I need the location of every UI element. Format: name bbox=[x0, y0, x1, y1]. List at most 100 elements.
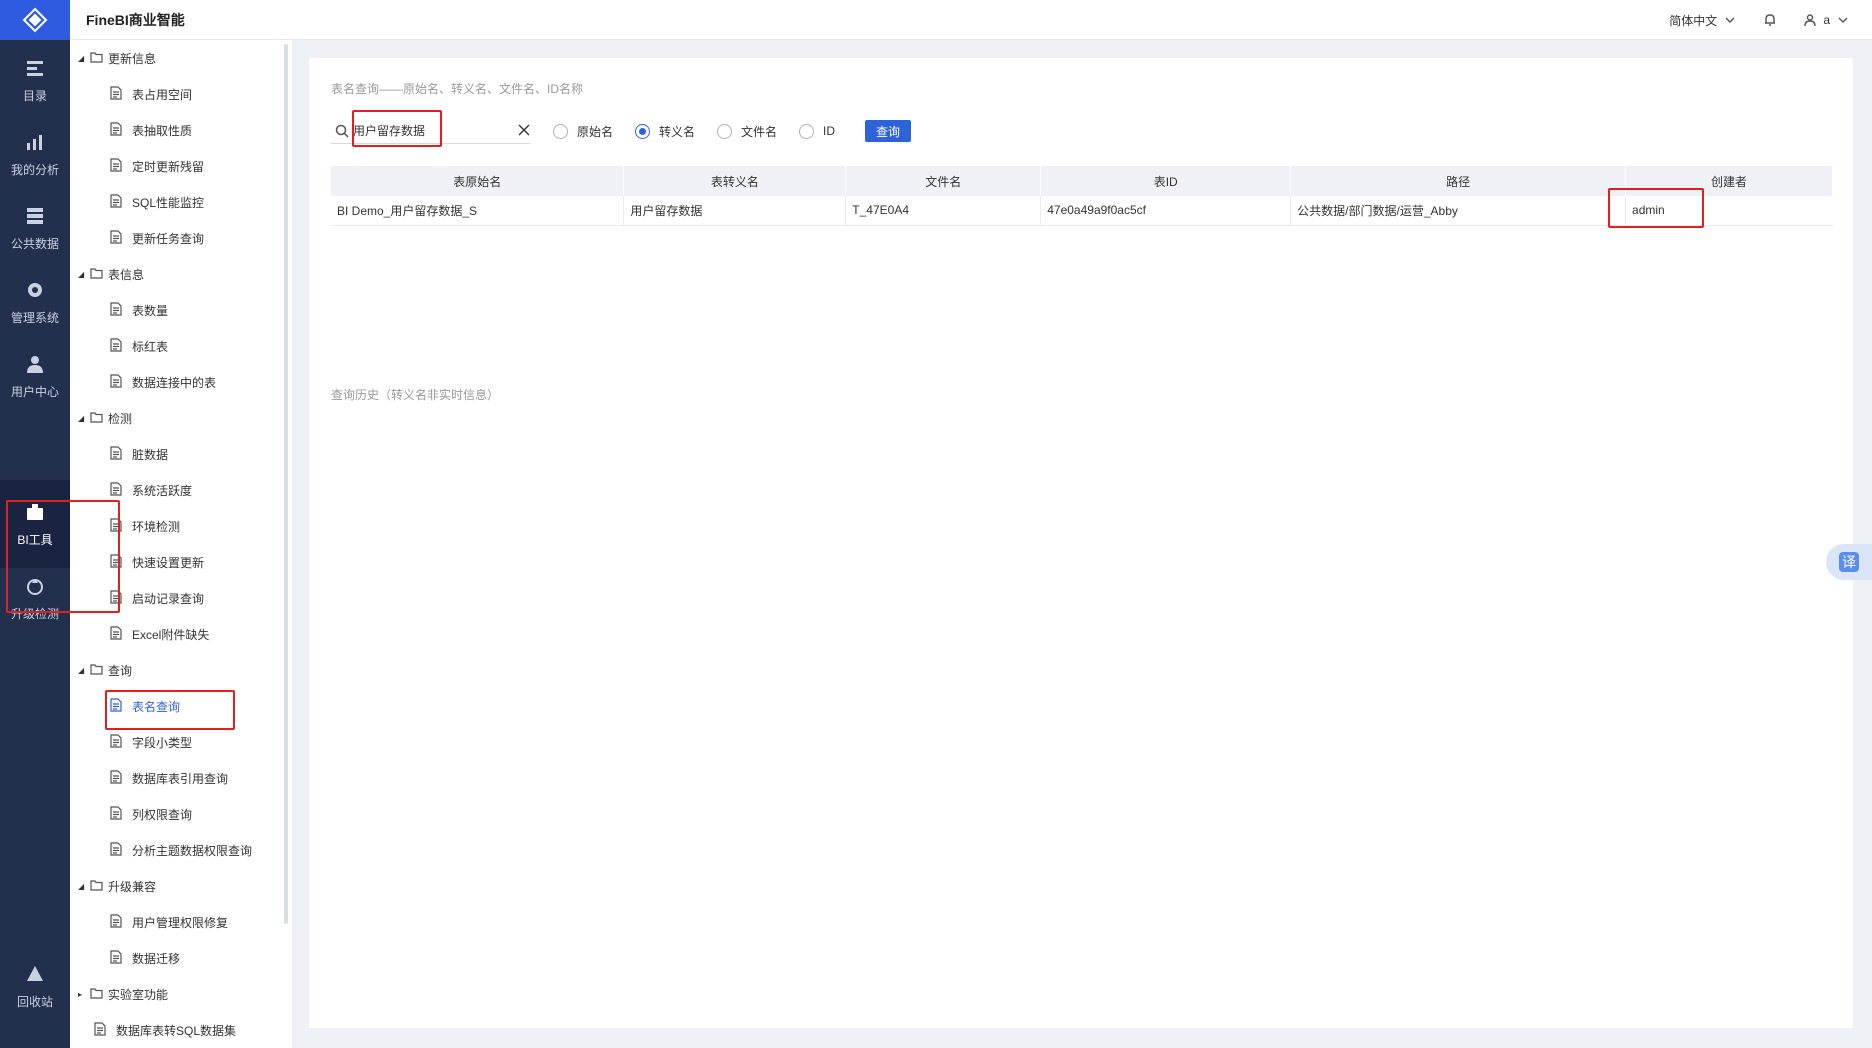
chevron-down-icon bbox=[1838, 17, 1848, 23]
tree-item-label: 快速设置更新 bbox=[132, 555, 205, 570]
column-header[interactable]: 表转义名 bbox=[623, 166, 847, 196]
clear-button[interactable] bbox=[517, 123, 531, 137]
column-header[interactable]: 表原始名 bbox=[331, 166, 625, 196]
tree-item-label: 定时更新残留 bbox=[132, 159, 205, 174]
folder-icon bbox=[90, 411, 108, 426]
tree-item-label: 表数量 bbox=[132, 303, 169, 318]
rail-item-label: 用户中心 bbox=[10, 384, 59, 399]
logo-icon[interactable] bbox=[0, 0, 70, 40]
gear-icon bbox=[24, 279, 46, 301]
tree-item[interactable]: 标红表 bbox=[110, 336, 168, 356]
expand-arrow-icon[interactable]: ◢ bbox=[78, 882, 88, 891]
tree-item[interactable]: 表占用空间 bbox=[110, 84, 192, 104]
column-header[interactable]: 创建者 bbox=[1625, 166, 1833, 196]
rail-item-label: 管理系统 bbox=[10, 310, 59, 325]
search-input[interactable] bbox=[353, 123, 503, 138]
document-icon bbox=[110, 805, 132, 823]
table-cell: T_47E0A4 bbox=[845, 196, 1042, 226]
column-header[interactable]: 文件名 bbox=[845, 166, 1042, 196]
tree-item-label: 数据库表引用查询 bbox=[132, 771, 229, 786]
tree-folder[interactable]: ◢ 更新信息 bbox=[78, 48, 156, 68]
tree-item[interactable]: 定时更新残留 bbox=[110, 156, 204, 176]
tree-item[interactable]: 数据迁移 bbox=[110, 948, 180, 968]
tree-item[interactable]: 快速设置更新 bbox=[110, 552, 204, 572]
document-icon bbox=[110, 625, 132, 643]
tree-item-label: 表占用空间 bbox=[132, 87, 193, 102]
rail-item-user[interactable]: 用户中心 bbox=[0, 332, 70, 420]
document-icon bbox=[110, 517, 132, 535]
language-selector[interactable]: 简体中文 bbox=[1669, 12, 1737, 29]
radio-label: 文件名 bbox=[741, 124, 778, 139]
tree-item[interactable]: 字段小类型 bbox=[110, 732, 192, 752]
catalog-icon bbox=[24, 57, 46, 79]
query-button[interactable]: 查询 bbox=[865, 120, 912, 142]
user-name: a bbox=[1823, 13, 1830, 27]
radio-option[interactable]: 转义名 bbox=[635, 123, 695, 140]
tree-item[interactable]: 脏数据 bbox=[110, 444, 168, 464]
tree-item[interactable]: 数据库表引用查询 bbox=[110, 768, 228, 788]
radio-option[interactable]: ID bbox=[799, 123, 835, 140]
tree-scrollbar[interactable] bbox=[284, 44, 288, 924]
radio-option[interactable]: 原始名 bbox=[553, 123, 613, 140]
tree-item[interactable]: 数据连接中的表 bbox=[110, 372, 216, 392]
expand-arrow-icon[interactable]: ◢ bbox=[78, 270, 88, 279]
user-menu[interactable]: a bbox=[1803, 13, 1850, 27]
app-title: FineBI商业智能 bbox=[86, 11, 185, 28]
tree-item-label: 数据连接中的表 bbox=[132, 375, 217, 390]
tree-folder-label: 实验室功能 bbox=[108, 987, 169, 1002]
rail-item-upgrade[interactable]: 升级检测 bbox=[0, 554, 70, 642]
notification-button[interactable] bbox=[1763, 13, 1777, 27]
tree-item-selected[interactable]: 表名查询 bbox=[110, 696, 180, 716]
tree-item[interactable]: SQL性能监控 bbox=[110, 192, 204, 212]
chevron-down-icon bbox=[1725, 17, 1735, 23]
tree-item[interactable]: 分析主题数据权限查询 bbox=[110, 840, 252, 860]
translate-icon: 译 bbox=[1839, 552, 1859, 572]
tree-item[interactable]: 表抽取性质 bbox=[110, 120, 192, 140]
document-icon bbox=[110, 481, 132, 499]
rail-item-label: 升级检测 bbox=[10, 606, 59, 621]
document-icon bbox=[110, 697, 132, 715]
column-header[interactable]: 表ID bbox=[1040, 166, 1292, 196]
tree-item[interactable]: 数据库表转SQL数据集 bbox=[94, 1020, 236, 1040]
translate-button[interactable]: 译 bbox=[1826, 544, 1872, 580]
tree-folder[interactable]: ◢ 升级兼容 bbox=[78, 876, 156, 896]
tree-folder[interactable]: ◢ 检测 bbox=[78, 408, 132, 428]
expand-arrow-icon[interactable]: ◢ bbox=[78, 54, 88, 63]
tree-item[interactable]: 环境检测 bbox=[110, 516, 180, 536]
tree-item[interactable]: 列权限查询 bbox=[110, 804, 192, 824]
tree-folder[interactable]: ◢ 查询 bbox=[78, 660, 132, 680]
radio-circle-icon[interactable] bbox=[717, 123, 733, 139]
tree-item[interactable]: 更新任务查询 bbox=[110, 228, 204, 248]
document-icon bbox=[110, 733, 132, 751]
search-field[interactable] bbox=[331, 118, 531, 144]
column-header[interactable]: 路径 bbox=[1290, 166, 1627, 196]
radio-circle-icon[interactable] bbox=[553, 123, 568, 139]
expand-arrow-icon[interactable]: ◢ bbox=[78, 666, 88, 675]
expand-arrow-icon[interactable]: ◢ bbox=[78, 414, 88, 423]
tree-folder[interactable]: ◢ 表信息 bbox=[78, 264, 144, 284]
tree-item-label: 启动记录查询 bbox=[132, 591, 205, 606]
tree-item-label: SQL性能监控 bbox=[132, 195, 205, 210]
tree-item[interactable]: Excel附件缺失 bbox=[110, 624, 209, 644]
table-row[interactable]: BI Demo_用户留存数据_S 用户留存数据 T_47E0A4 47e0a49a9f… bbox=[331, 196, 1833, 226]
tree-item[interactable]: 启动记录查询 bbox=[110, 588, 204, 608]
tree-item[interactable]: 系统活跃度 bbox=[110, 480, 192, 500]
radio-option[interactable]: 文件名 bbox=[717, 123, 777, 140]
rail-item-recycle[interactable]: 回收站 bbox=[0, 942, 70, 1030]
bell-icon bbox=[1765, 14, 1776, 26]
tree-item[interactable]: 用户管理权限修复 bbox=[110, 912, 228, 932]
analysis-icon bbox=[24, 131, 46, 153]
radio-circle-icon[interactable] bbox=[799, 123, 815, 139]
tree-folder-label: 更新信息 bbox=[108, 51, 157, 66]
rail-item-label: BI工具 bbox=[17, 532, 53, 547]
document-icon bbox=[110, 121, 132, 139]
result-table: 表原始名 表转义名 文件名 表ID 路径 创建者 BI Demo_用户留存数据_S 用户留存… bbox=[331, 166, 1833, 226]
document-icon bbox=[110, 841, 132, 859]
expand-arrow-icon[interactable]: ▸ bbox=[78, 990, 88, 999]
radio-circle-icon[interactable] bbox=[635, 123, 651, 139]
tree-item[interactable]: 表数量 bbox=[110, 300, 168, 320]
tree-item-label: 数据迁移 bbox=[132, 951, 181, 966]
user-icon bbox=[1804, 14, 1817, 27]
tree-item-label: 系统活跃度 bbox=[132, 483, 193, 498]
tree-folder[interactable]: ▸ 实验室功能 bbox=[78, 984, 168, 1004]
